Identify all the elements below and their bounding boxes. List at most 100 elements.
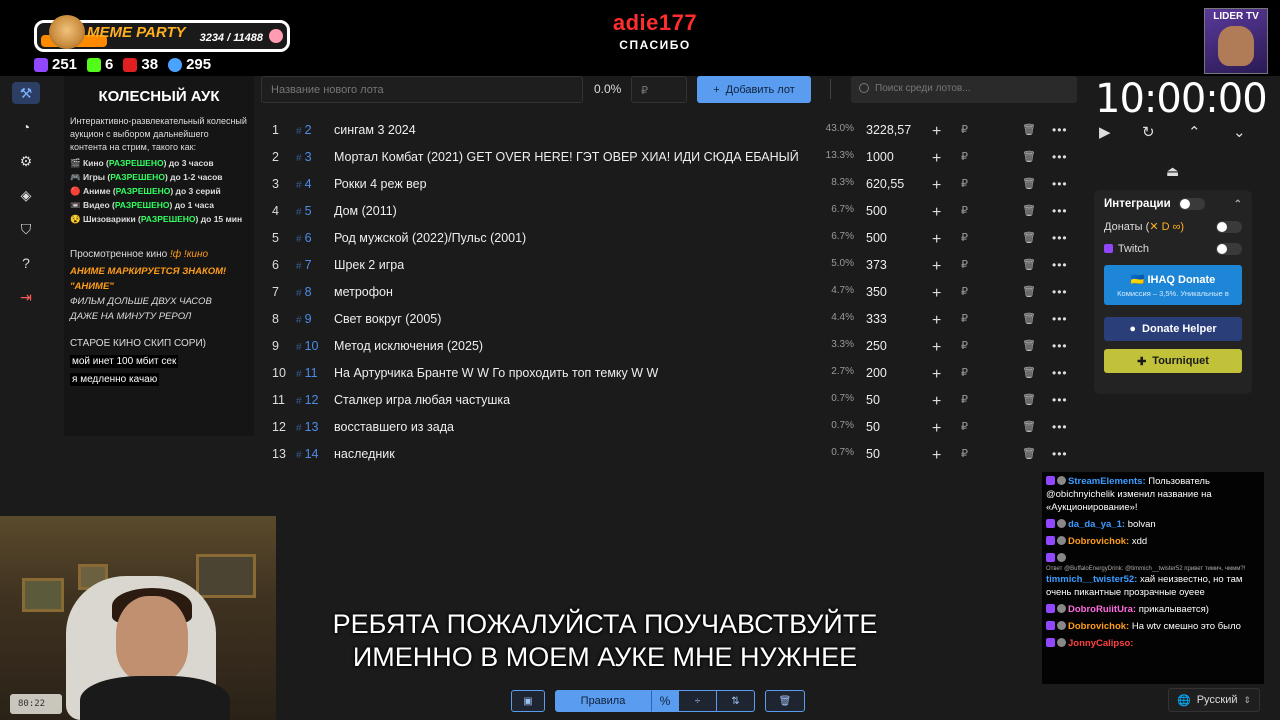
lot-amount[interactable]: 3228,57 — [866, 123, 911, 137]
sort-icon[interactable]: ⇅ — [717, 690, 755, 712]
more-icon[interactable]: ••• — [1052, 339, 1068, 353]
plus-icon[interactable]: + — [932, 420, 941, 438]
new-lot-input[interactable]: Название нового лота — [261, 76, 583, 103]
collapse-icon[interactable]: ⏏ — [1166, 163, 1179, 180]
lot-name[interactable]: Рокки 4 реж вер — [334, 177, 427, 191]
lot-amount[interactable]: 50 — [866, 447, 880, 461]
trash-icon[interactable]: 🗑 — [1022, 204, 1036, 217]
gear-icon[interactable]: ⚙ — [12, 150, 40, 172]
ruble-icon[interactable]: ₽ — [961, 177, 968, 190]
plus-icon[interactable]: + — [932, 150, 941, 168]
plus-icon[interactable]: + — [932, 393, 941, 411]
lot-name[interactable]: восставшего из зада — [334, 420, 454, 434]
more-icon[interactable]: ••• — [1052, 150, 1068, 164]
reset-icon[interactable]: ↻ — [1142, 123, 1155, 141]
language-select[interactable]: 🌐 Русский ⇕ — [1168, 688, 1260, 712]
chat-username[interactable]: Dobrovichok: — [1068, 621, 1129, 632]
pie-chart-icon[interactable]: ◔ — [12, 116, 40, 138]
trash-icon[interactable]: 🗑 — [1022, 150, 1036, 163]
ruble-icon[interactable]: ₽ — [961, 420, 968, 433]
ihaq-donate-button[interactable]: 🇺🇦 IHAQ Donate Комиссия – 3,5%. Уникальны… — [1104, 265, 1242, 305]
shield-icon[interactable]: ⛉ — [12, 218, 40, 240]
play-icon[interactable]: ▶ — [1099, 123, 1111, 141]
trash-icon[interactable]: 🗑 — [1022, 447, 1036, 460]
lot-name[interactable]: метрофон — [334, 285, 393, 299]
clear-icon[interactable]: 🗑 — [765, 690, 805, 712]
plus-icon[interactable]: + — [932, 177, 941, 195]
more-icon[interactable]: ••• — [1052, 123, 1068, 137]
chevron-up-icon[interactable]: ⌃ — [1188, 123, 1201, 141]
more-icon[interactable]: ••• — [1052, 204, 1068, 218]
more-icon[interactable]: ••• — [1052, 447, 1068, 461]
ruble-icon[interactable]: ₽ — [961, 231, 968, 244]
help-icon[interactable]: ? — [12, 252, 40, 274]
ruble-icon[interactable]: ₽ — [961, 366, 968, 379]
chevron-up-icon[interactable]: ⌃ — [1234, 199, 1242, 210]
more-icon[interactable]: ••• — [1052, 393, 1068, 407]
ruble-icon[interactable]: ₽ — [961, 339, 968, 352]
plus-icon[interactable]: + — [932, 312, 941, 330]
plus-icon[interactable]: + — [932, 231, 941, 249]
chat-username[interactable]: Dobrovichok: — [1068, 536, 1129, 547]
split-icon[interactable]: ÷ — [679, 690, 717, 712]
ruble-icon[interactable]: ₽ — [961, 447, 968, 460]
percent-toggle-button[interactable]: % — [651, 690, 679, 712]
trash-icon[interactable]: 🗑 — [1022, 393, 1036, 406]
lot-name[interactable]: Дом (2011) — [334, 204, 397, 218]
ruble-icon[interactable]: ₽ — [961, 393, 968, 406]
lot-name[interactable]: Род мужской (2022)/Пульс (2001) — [334, 231, 526, 245]
more-icon[interactable]: ••• — [1052, 285, 1068, 299]
chat-username[interactable]: JonnyCalipso: — [1068, 638, 1133, 649]
chat-username[interactable]: timmich__twister52: — [1046, 574, 1137, 585]
more-icon[interactable]: ••• — [1052, 177, 1068, 191]
chat-username[interactable]: DobroRuiitUra: — [1068, 604, 1136, 615]
add-lot-button[interactable]: + Добавить лот — [697, 76, 811, 103]
twitch-toggle[interactable] — [1216, 243, 1242, 255]
trash-icon[interactable]: 🗑 — [1022, 285, 1036, 298]
lot-name[interactable]: Мортал Комбат (2021) GET OVER HERE! ГЭТ … — [334, 150, 799, 164]
lot-amount[interactable]: 1000 — [866, 150, 894, 164]
lot-amount[interactable]: 373 — [866, 258, 887, 272]
logout-icon[interactable]: ⇥ — [12, 286, 40, 308]
lot-name[interactable]: На Артурчика Бранте W W Го проходить топ… — [334, 366, 658, 380]
ruble-icon[interactable]: ₽ — [961, 258, 968, 271]
ruble-icon[interactable]: ₽ — [961, 312, 968, 325]
donates-toggle[interactable] — [1216, 220, 1242, 233]
integrations-toggle[interactable] — [1178, 198, 1205, 210]
ruble-icon[interactable]: ₽ — [961, 123, 968, 136]
more-icon[interactable]: ••• — [1052, 366, 1068, 380]
search-input[interactable]: Поиск среди лотов... — [851, 76, 1077, 103]
lot-name[interactable]: Сталкер игра любая частушка — [334, 393, 510, 407]
plus-icon[interactable]: + — [932, 339, 941, 357]
save-icon[interactable]: ▣ — [511, 690, 545, 712]
ruble-icon[interactable]: ₽ — [961, 285, 968, 298]
layers-icon[interactable]: ◈ — [12, 184, 40, 206]
plus-icon[interactable]: + — [932, 204, 941, 222]
plus-icon[interactable]: + — [932, 123, 941, 141]
more-icon[interactable]: ••• — [1052, 258, 1068, 272]
tourniquet-button[interactable]: ✚ Tourniquet — [1104, 349, 1242, 373]
more-icon[interactable]: ••• — [1052, 312, 1068, 326]
more-icon[interactable]: ••• — [1052, 231, 1068, 245]
trash-icon[interactable]: 🗑 — [1022, 366, 1036, 379]
plus-icon[interactable]: + — [932, 285, 941, 303]
trash-icon[interactable]: 🗑 — [1022, 339, 1036, 352]
lot-amount[interactable]: 350 — [866, 285, 887, 299]
lot-amount[interactable]: 620,55 — [866, 177, 904, 191]
trash-icon[interactable]: 🗑 — [1022, 123, 1036, 136]
more-icon[interactable]: ••• — [1052, 420, 1068, 434]
lot-name[interactable]: Метод исключения (2025) — [334, 339, 483, 353]
lot-name[interactable]: наследник — [334, 447, 395, 461]
trash-icon[interactable]: 🗑 — [1022, 258, 1036, 271]
plus-icon[interactable]: + — [932, 258, 941, 276]
hammer-icon[interactable]: ⚒ — [12, 82, 40, 104]
lot-amount[interactable]: 50 — [866, 393, 880, 407]
lot-amount[interactable]: 333 — [866, 312, 887, 326]
lot-name[interactable]: Свет вокруг (2005) — [334, 312, 441, 326]
plus-icon[interactable]: + — [932, 447, 941, 465]
trash-icon[interactable]: 🗑 — [1022, 420, 1036, 433]
donate-helper-button[interactable]: ● Donate Helper — [1104, 317, 1242, 341]
trash-icon[interactable]: 🗑 — [1022, 231, 1036, 244]
chat-username[interactable]: da_da_ya_1: — [1068, 519, 1125, 530]
chevron-down-icon[interactable]: ⌄ — [1233, 123, 1246, 141]
